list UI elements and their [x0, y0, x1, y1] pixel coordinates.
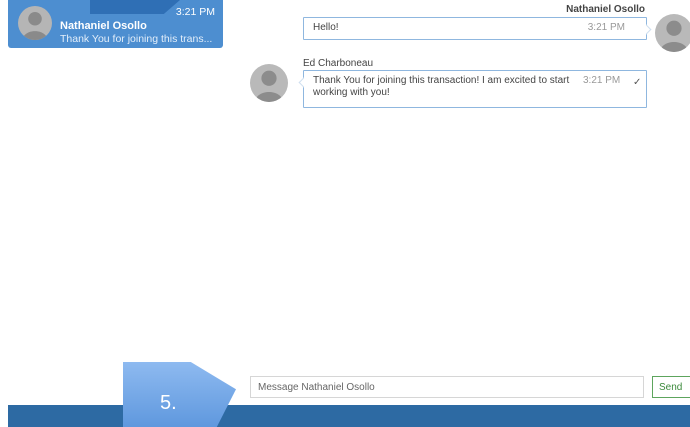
avatar-icon	[655, 14, 690, 52]
step-callout-arrow	[123, 362, 236, 427]
conversation-time: 3:21 PM	[175, 6, 215, 18]
message-time: 3:21 PM	[583, 75, 621, 86]
conversation-preview: Thank You for joining this trans...	[60, 33, 213, 45]
avatar-icon	[18, 6, 52, 40]
message-input[interactable]	[250, 376, 644, 398]
message-sender-name: Ed Charboneau	[303, 58, 374, 69]
message-text: Thank You for joining this transaction! …	[313, 75, 569, 99]
message-time: 3:21 PM	[587, 22, 625, 33]
bottom-bar	[8, 405, 690, 427]
message-text-line: working with you!	[313, 87, 390, 98]
message-text: Hello!	[313, 22, 339, 33]
avatar-icon	[250, 64, 288, 102]
message-sender-name: Nathaniel Osollo	[566, 4, 645, 15]
conversation-item-nathaniel[interactable]: 3:21 PM Nathaniel Osollo Thank You for j…	[8, 0, 223, 48]
active-tab-indicator	[90, 0, 180, 14]
step-label: 5.	[160, 392, 177, 414]
checkmark-icon: ✓	[633, 77, 642, 88]
message-bubble: Hello! 3:21 PM	[303, 17, 647, 40]
conversation-name: Nathaniel Osollo	[60, 20, 147, 32]
message-bubble: Thank You for joining this transaction! …	[303, 70, 647, 108]
send-button[interactable]: Send	[652, 376, 690, 398]
message-text-line: Thank You for joining this transaction! …	[313, 75, 570, 86]
